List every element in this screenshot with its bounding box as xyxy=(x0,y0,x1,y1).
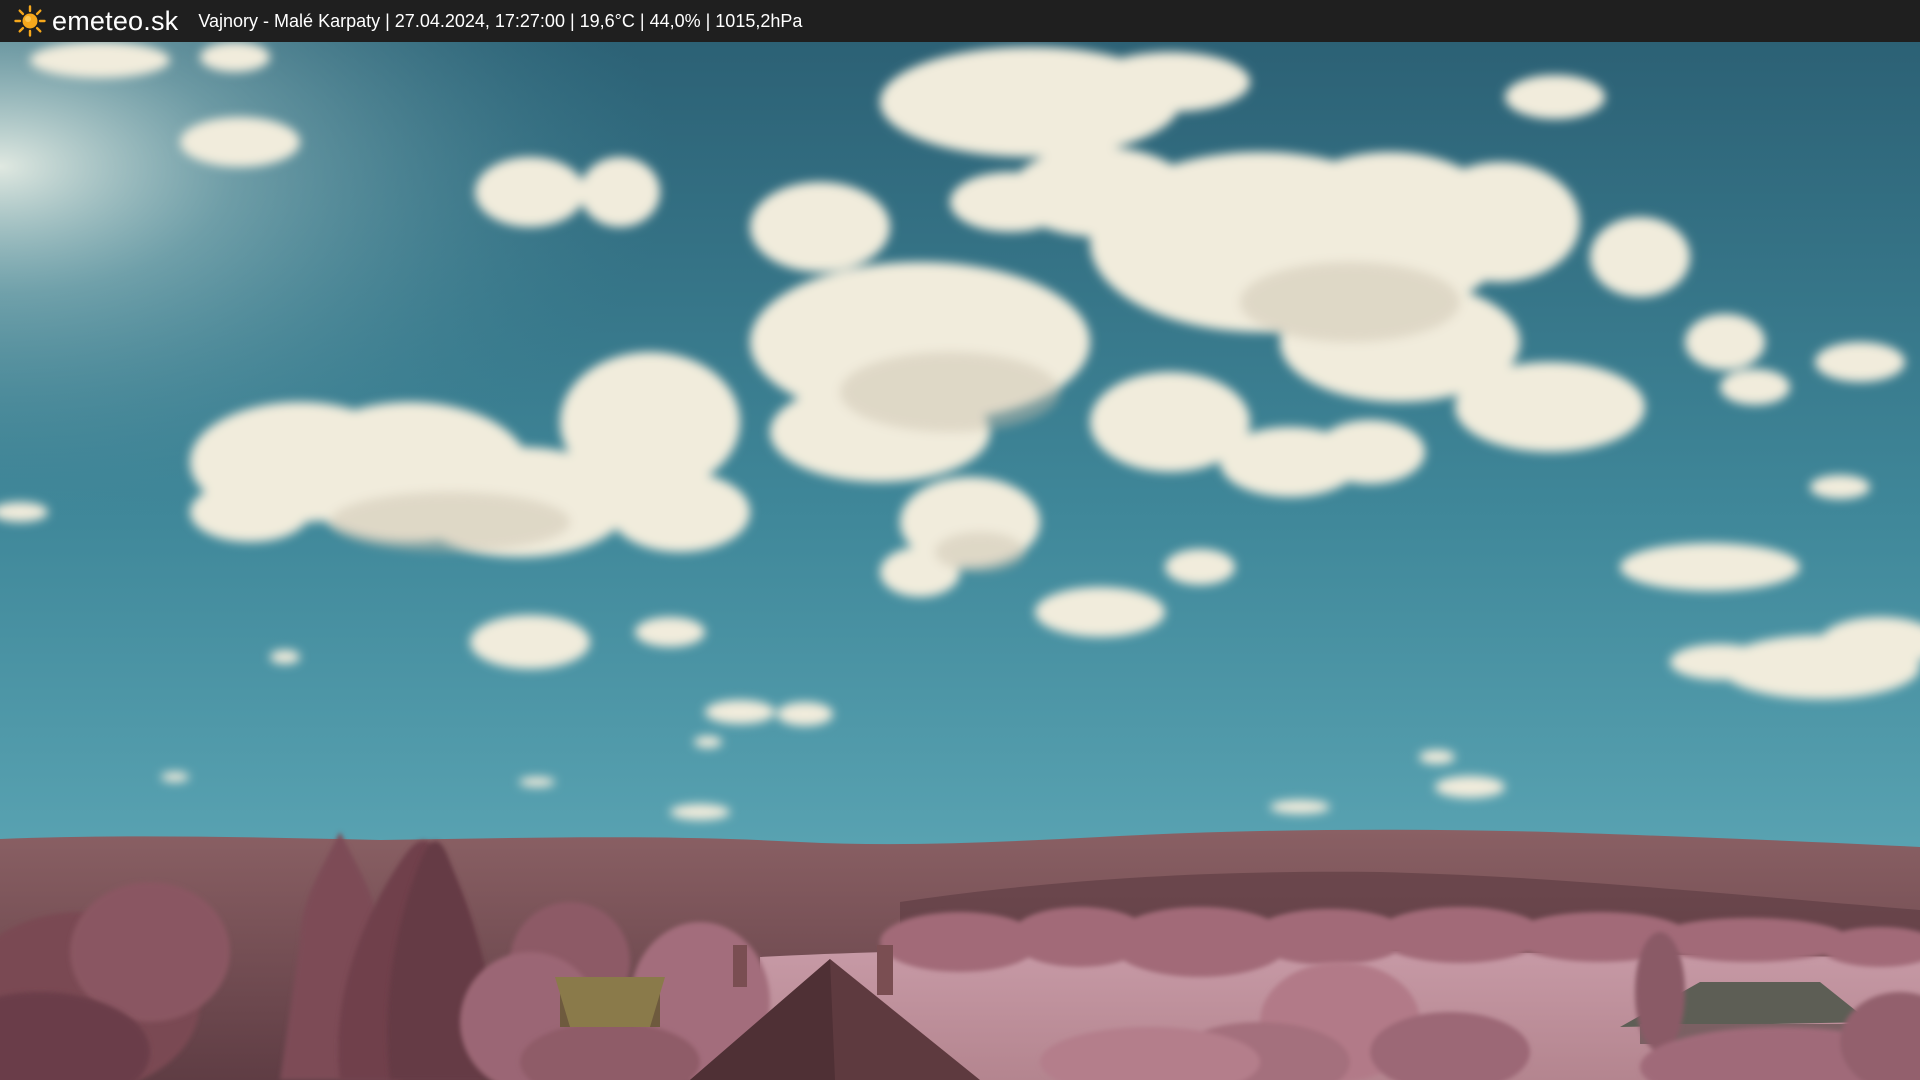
webcam-frame: emeteo.sk Vajnory - Malé Karpaty | 27.04… xyxy=(0,0,1920,1080)
location-label: Vajnory - Malé Karpaty xyxy=(198,10,381,31)
station-info: Vajnory - Malé Karpaty | 27.04.2024, 17:… xyxy=(198,11,802,32)
brand-name: emeteo.sk xyxy=(52,5,179,36)
brand-logo[interactable]: emeteo.sk xyxy=(14,5,178,37)
sun-icon xyxy=(14,5,46,37)
separator: | xyxy=(564,10,580,31)
pressure-value: 1015,2hPa xyxy=(715,10,803,31)
separator: | xyxy=(634,10,650,31)
separator: | xyxy=(700,10,716,31)
temperature-value: 19,6°C xyxy=(579,10,635,31)
separator: | xyxy=(380,10,395,31)
datetime-value: 27.04.2024, 17:27:00 xyxy=(394,10,565,31)
webcam-info-bar: emeteo.sk Vajnory - Malé Karpaty | 27.04… xyxy=(0,0,1920,42)
landscape-scene xyxy=(0,42,1920,1080)
humidity-value: 44,0% xyxy=(649,10,701,31)
webcam-image xyxy=(0,42,1920,1080)
